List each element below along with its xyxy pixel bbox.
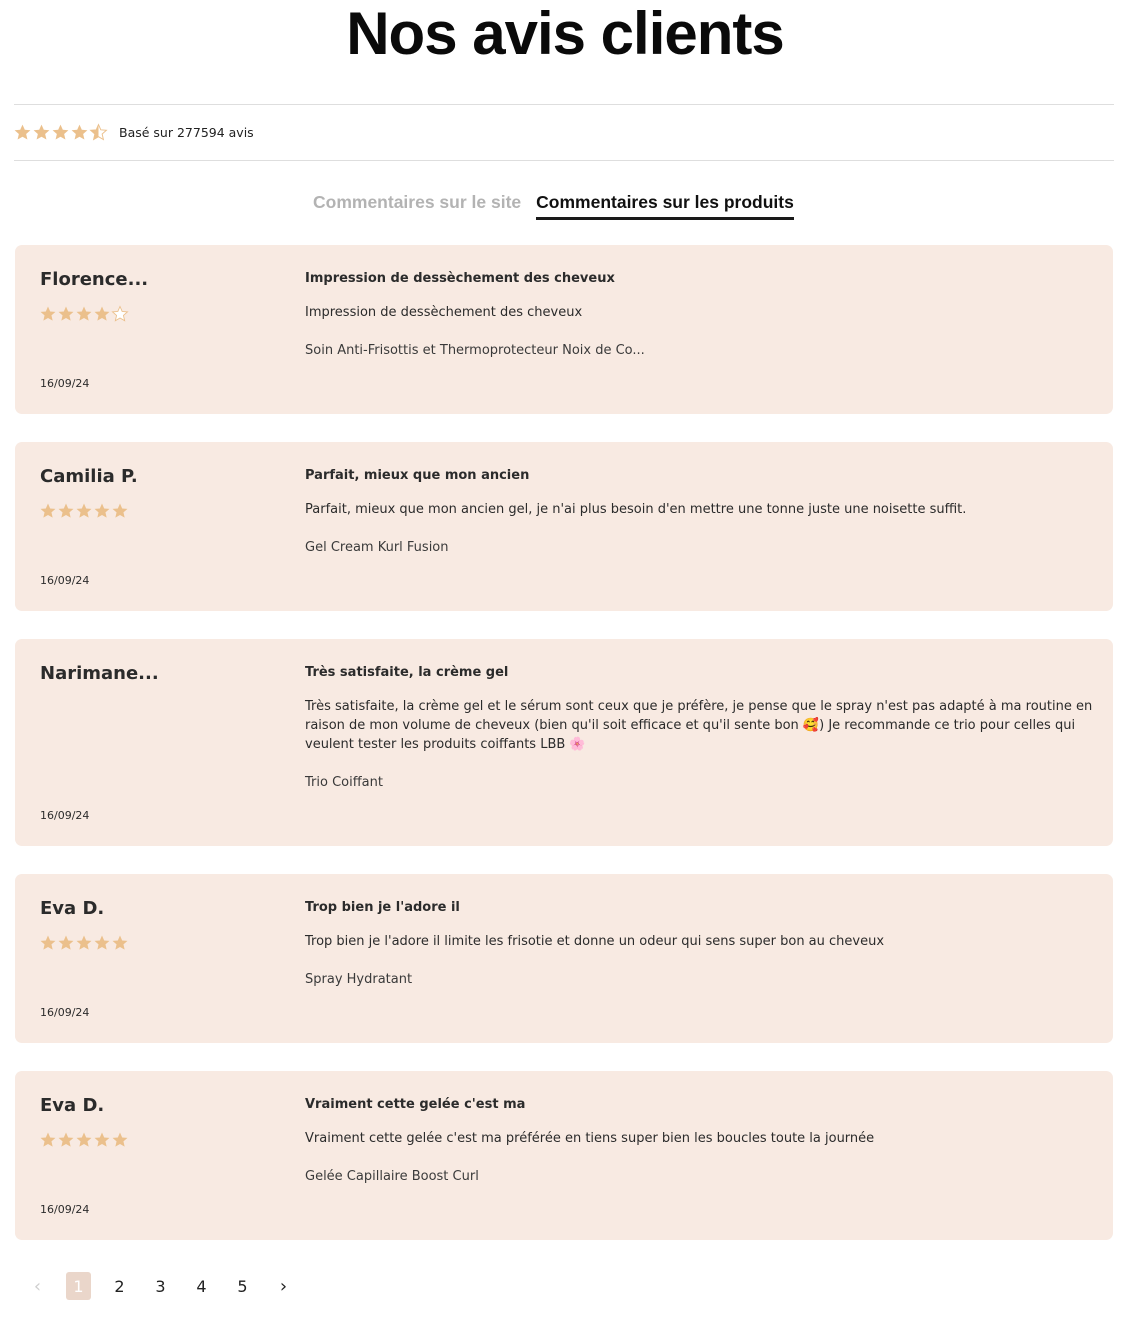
rating-summary: Basé sur 277594 avis xyxy=(13,122,254,142)
review-author: Eva D. xyxy=(40,1095,105,1116)
star-icon xyxy=(40,1132,56,1147)
star-icon xyxy=(76,503,92,518)
review-title: Impression de dessèchement des cheveux xyxy=(305,271,615,286)
pagination: ‹ 1 2 3 4 5 › xyxy=(25,1272,312,1300)
review-card: Eva D. Vraiment cette gelée c'est ma Vra… xyxy=(15,1071,1113,1240)
star-icon xyxy=(112,503,128,518)
rating-summary-text: Basé sur 277594 avis xyxy=(119,124,254,140)
review-body: Très satisfaite, la crème gel et le séru… xyxy=(305,699,1093,752)
review-stars xyxy=(39,502,129,520)
star-icon xyxy=(76,935,92,950)
review-card: Florence... Impression de dessèchement d… xyxy=(15,245,1113,414)
review-tabs: Commentaires sur le site Commentaires su… xyxy=(313,190,794,220)
review-product[interactable]: Soin Anti-Frisottis et Thermoprotecteur … xyxy=(305,343,645,358)
review-author: Eva D. xyxy=(40,898,105,919)
review-author: Camilia P. xyxy=(40,466,138,487)
star-icon xyxy=(94,1132,110,1147)
review-product[interactable]: Spray Hydratant xyxy=(305,972,412,987)
pagination-page-4[interactable]: 4 xyxy=(189,1272,214,1300)
review-title: Parfait, mieux que mon ancien xyxy=(305,468,530,483)
review-date: 16/09/24 xyxy=(40,574,90,587)
star-icon xyxy=(94,503,110,518)
star-icon xyxy=(111,305,129,322)
star-icon xyxy=(58,503,74,518)
review-date: 16/09/24 xyxy=(40,1203,90,1216)
review-body: Parfait, mieux que mon ancien gel, je n'… xyxy=(305,502,967,517)
star-icon xyxy=(40,503,56,518)
review-card: Eva D. Trop bien je l'adore il Trop bien… xyxy=(15,874,1113,1043)
star-icon xyxy=(112,935,128,950)
review-author: Florence... xyxy=(40,269,149,290)
review-body: Vraiment cette gelée c'est ma préférée e… xyxy=(305,1131,875,1146)
star-icon xyxy=(40,306,56,321)
star-icon xyxy=(94,306,110,321)
review-date: 16/09/24 xyxy=(40,1006,90,1019)
star-icon xyxy=(52,124,69,140)
review-date: 16/09/24 xyxy=(40,377,90,390)
star-icon xyxy=(89,122,108,141)
tab-product-reviews[interactable]: Commentaires sur les produits xyxy=(536,190,794,220)
review-author: Narimane... xyxy=(40,663,159,684)
review-body: Trop bien je l'adore il limite les friso… xyxy=(305,934,885,949)
star-icon xyxy=(40,935,56,950)
pagination-next-button[interactable]: › xyxy=(271,1272,296,1300)
divider xyxy=(14,104,1114,105)
pagination-page-2[interactable]: 2 xyxy=(107,1272,132,1300)
review-body: Impression de dessèchement des cheveux xyxy=(305,305,583,320)
review-product[interactable]: Gelée Capillaire Boost Curl xyxy=(305,1169,479,1184)
star-icon xyxy=(58,935,74,950)
star-icon xyxy=(94,935,110,950)
pagination-page-5[interactable]: 5 xyxy=(230,1272,255,1300)
review-title: Vraiment cette gelée c'est ma xyxy=(305,1097,526,1112)
review-card: Camilia P. Parfait, mieux que mon ancien… xyxy=(15,442,1113,611)
star-icon xyxy=(76,306,92,321)
star-icon xyxy=(71,124,88,140)
tab-site-reviews[interactable]: Commentaires sur le site xyxy=(313,190,521,220)
divider xyxy=(14,160,1114,161)
pagination-page-3[interactable]: 3 xyxy=(148,1272,173,1300)
review-date: 16/09/24 xyxy=(40,809,90,822)
review-title: Trop bien je l'adore il xyxy=(305,900,460,915)
star-icon xyxy=(58,306,74,321)
star-icon xyxy=(58,1132,74,1147)
review-product[interactable]: Trio Coiffant xyxy=(305,775,383,790)
review-card: Narimane... Très satisfaite, la crème ge… xyxy=(15,639,1113,846)
review-title: Très satisfaite, la crème gel xyxy=(305,665,509,680)
review-stars xyxy=(39,1131,129,1149)
review-stars xyxy=(39,305,129,323)
star-icon xyxy=(76,1132,92,1147)
review-stars xyxy=(39,934,129,952)
star-icon xyxy=(14,124,31,140)
pagination-page-1[interactable]: 1 xyxy=(66,1272,91,1300)
page-title: Nos avis clients xyxy=(346,0,785,67)
star-icon xyxy=(112,1132,128,1147)
pagination-prev-button[interactable]: ‹ xyxy=(25,1272,50,1300)
rating-summary-stars xyxy=(13,122,108,142)
star-icon xyxy=(33,124,50,140)
review-product[interactable]: Gel Cream Kurl Fusion xyxy=(305,540,449,555)
